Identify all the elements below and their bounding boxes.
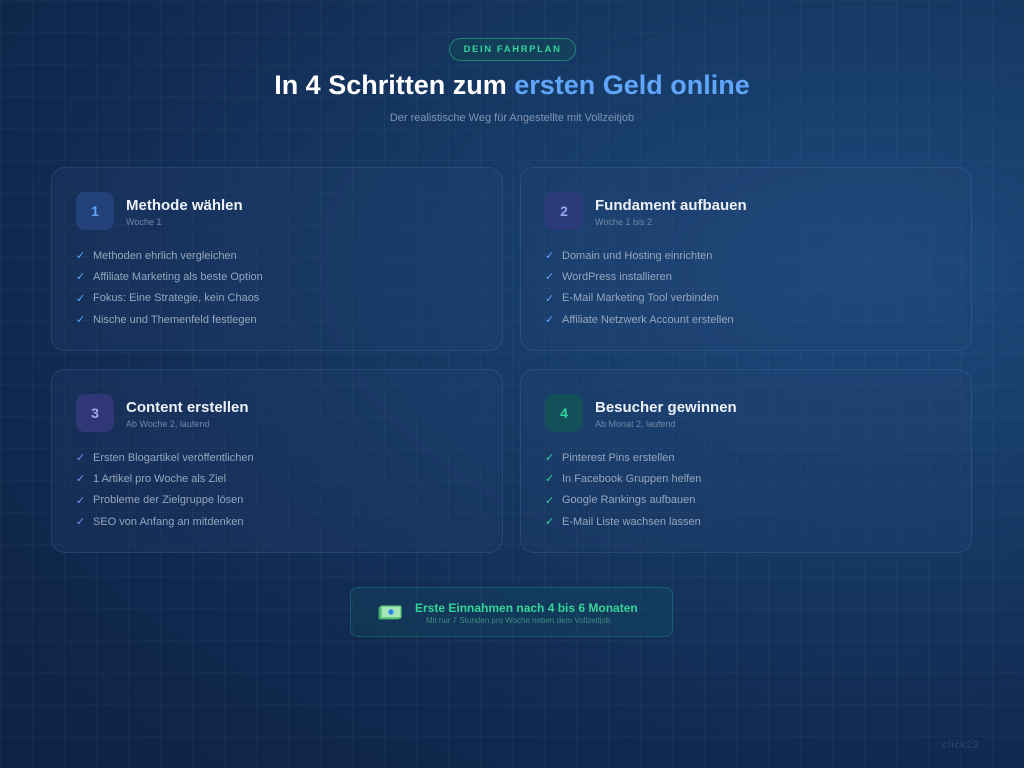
step-title: Fundament aufbauen: [595, 197, 747, 214]
check-icon: ✓: [76, 494, 86, 507]
step-title: Content erstellen: [126, 399, 249, 416]
checklist-item: ✓ Fokus: Eine Strategie, kein Chaos: [76, 288, 263, 309]
check-icon: ✓: [545, 516, 555, 529]
checklist-item-label: Affiliate Marketing als beste Option: [93, 270, 263, 283]
check-icon: ✓: [545, 494, 555, 507]
step-checklist: ✓ Domain und Hosting einrichten ✓ WordPres…: [545, 245, 734, 330]
checklist-item-label: Ersten Blogartikel veröffentlichen: [93, 451, 254, 464]
page-title: In 4 Schritten zum ersten Geld online: [0, 70, 1024, 101]
checklist-item: ✓ Pinterest Pins erstellen: [545, 447, 701, 468]
check-icon: ✓: [545, 250, 555, 263]
check-icon: ✓: [76, 516, 86, 529]
checklist-item-label: Domain und Hosting einrichten: [562, 249, 713, 262]
step-timeframe: Woche 1: [126, 217, 162, 227]
step-checklist: ✓ Ersten Blogartikel veröffentlichen ✓ 1 A…: [76, 447, 254, 532]
checklist-item-label: E-Mail Marketing Tool verbinden: [562, 292, 719, 305]
checklist-item-label: WordPress installieren: [562, 270, 672, 283]
money-icon: [378, 605, 402, 620]
step-timeframe: Ab Woche 2, laufend: [126, 419, 210, 429]
checklist-item: ✓ Google Rankings aufbauen: [545, 490, 701, 511]
step-checklist: ✓ Methoden ehrlich vergleichen ✓ Affiliate…: [76, 245, 263, 330]
checklist-item: ✓ E-Mail Liste wachsen lassen: [545, 511, 701, 532]
checklist-item-label: 1 Artikel pro Woche als Ziel: [93, 472, 227, 485]
checklist-item-label: Probleme der Zielgruppe lösen: [93, 494, 244, 507]
checklist-item-label: SEO von Anfang an mitdenken: [93, 515, 244, 528]
step-timeframe: Ab Monat 2, laufend: [595, 419, 676, 429]
checklist-item: ✓ In Facebook Gruppen helfen: [545, 468, 701, 489]
step-checklist: ✓ Pinterest Pins erstellen ✓ In Facebook G…: [545, 447, 701, 532]
result-title: Erste Einnahmen nach 4 bis 6 Monaten: [415, 601, 638, 615]
page-subtitle: Der realistische Weg für Angestellte mit…: [389, 112, 635, 124]
checklist-item-label: Nische und Themenfeld festlegen: [93, 313, 257, 326]
roadmap-page: DEIN FAHRPLAN In 4 Schritten zum ersten …: [0, 0, 1024, 768]
result-callout: Erste Einnahmen nach 4 bis 6 Monaten Mit…: [350, 587, 673, 637]
check-icon: ✓: [76, 473, 86, 486]
step-card-3: 3 Content erstellen Ab Woche 2, laufend …: [51, 369, 503, 553]
checklist-item: ✓ SEO von Anfang an mitdenken: [76, 511, 254, 532]
check-icon: ✓: [76, 271, 86, 284]
checklist-item: ✓ Affiliate Marketing als beste Option: [76, 266, 263, 287]
checklist-item: ✓ Ersten Blogartikel veröffentlichen: [76, 447, 254, 468]
checklist-item: ✓ Domain und Hosting einrichten: [545, 245, 734, 266]
checklist-item-label: Methoden ehrlich vergleichen: [93, 249, 237, 262]
step-title: Besucher gewinnen: [595, 399, 737, 416]
check-icon: ✓: [545, 292, 555, 305]
check-icon: ✓: [76, 250, 86, 263]
title-prefix: In 4 Schritten zum: [274, 70, 515, 100]
check-icon: ✓: [76, 314, 86, 327]
checklist-item: ✓ Methoden ehrlich vergleichen: [76, 245, 263, 266]
result-subtitle: Mit nur 7 Stunden pro Woche neben dem Vo…: [426, 616, 611, 625]
checklist-item-label: Affiliate Netzwerk Account erstellen: [562, 313, 734, 326]
step-number-badge: 2: [545, 192, 583, 230]
step-timeframe: Woche 1 bis 2: [595, 217, 652, 227]
step-number-badge: 1: [76, 192, 114, 230]
check-icon: ✓: [545, 473, 555, 486]
check-icon: ✓: [545, 452, 555, 465]
section-badge: DEIN FAHRPLAN: [449, 38, 576, 61]
step-card-2: 2 Fundament aufbauen Woche 1 bis 2 ✓ Doma…: [520, 167, 972, 351]
step-title: Methode wählen: [126, 197, 243, 214]
checklist-item-label: Pinterest Pins erstellen: [562, 451, 675, 464]
checklist-item: ✓ Nische und Themenfeld festlegen: [76, 309, 263, 330]
step-card-1: 1 Methode wählen Woche 1 ✓ Methoden ehrli…: [51, 167, 503, 351]
check-icon: ✓: [76, 292, 86, 305]
step-card-4: 4 Besucher gewinnen Ab Monat 2, laufend …: [520, 369, 972, 553]
checklist-item-label: In Facebook Gruppen helfen: [562, 472, 702, 485]
step-number-badge: 3: [76, 394, 114, 432]
check-icon: ✓: [545, 271, 555, 284]
checklist-item-label: Google Rankings aufbauen: [562, 494, 696, 507]
checklist-item: ✓ WordPress installieren: [545, 266, 734, 287]
checklist-item: ✓ Affiliate Netzwerk Account erstellen: [545, 309, 734, 330]
checklist-item-label: E-Mail Liste wachsen lassen: [562, 515, 701, 528]
checklist-item: ✓ E-Mail Marketing Tool verbinden: [545, 288, 734, 309]
check-icon: ✓: [76, 452, 86, 465]
watermark: click23: [942, 740, 980, 751]
title-highlight: ersten Geld online: [514, 70, 750, 100]
step-number-badge: 4: [545, 394, 583, 432]
check-icon: ✓: [545, 314, 555, 327]
checklist-item-label: Fokus: Eine Strategie, kein Chaos: [93, 292, 260, 305]
checklist-item: ✓ 1 Artikel pro Woche als Ziel: [76, 468, 254, 489]
checklist-item: ✓ Probleme der Zielgruppe lösen: [76, 490, 254, 511]
